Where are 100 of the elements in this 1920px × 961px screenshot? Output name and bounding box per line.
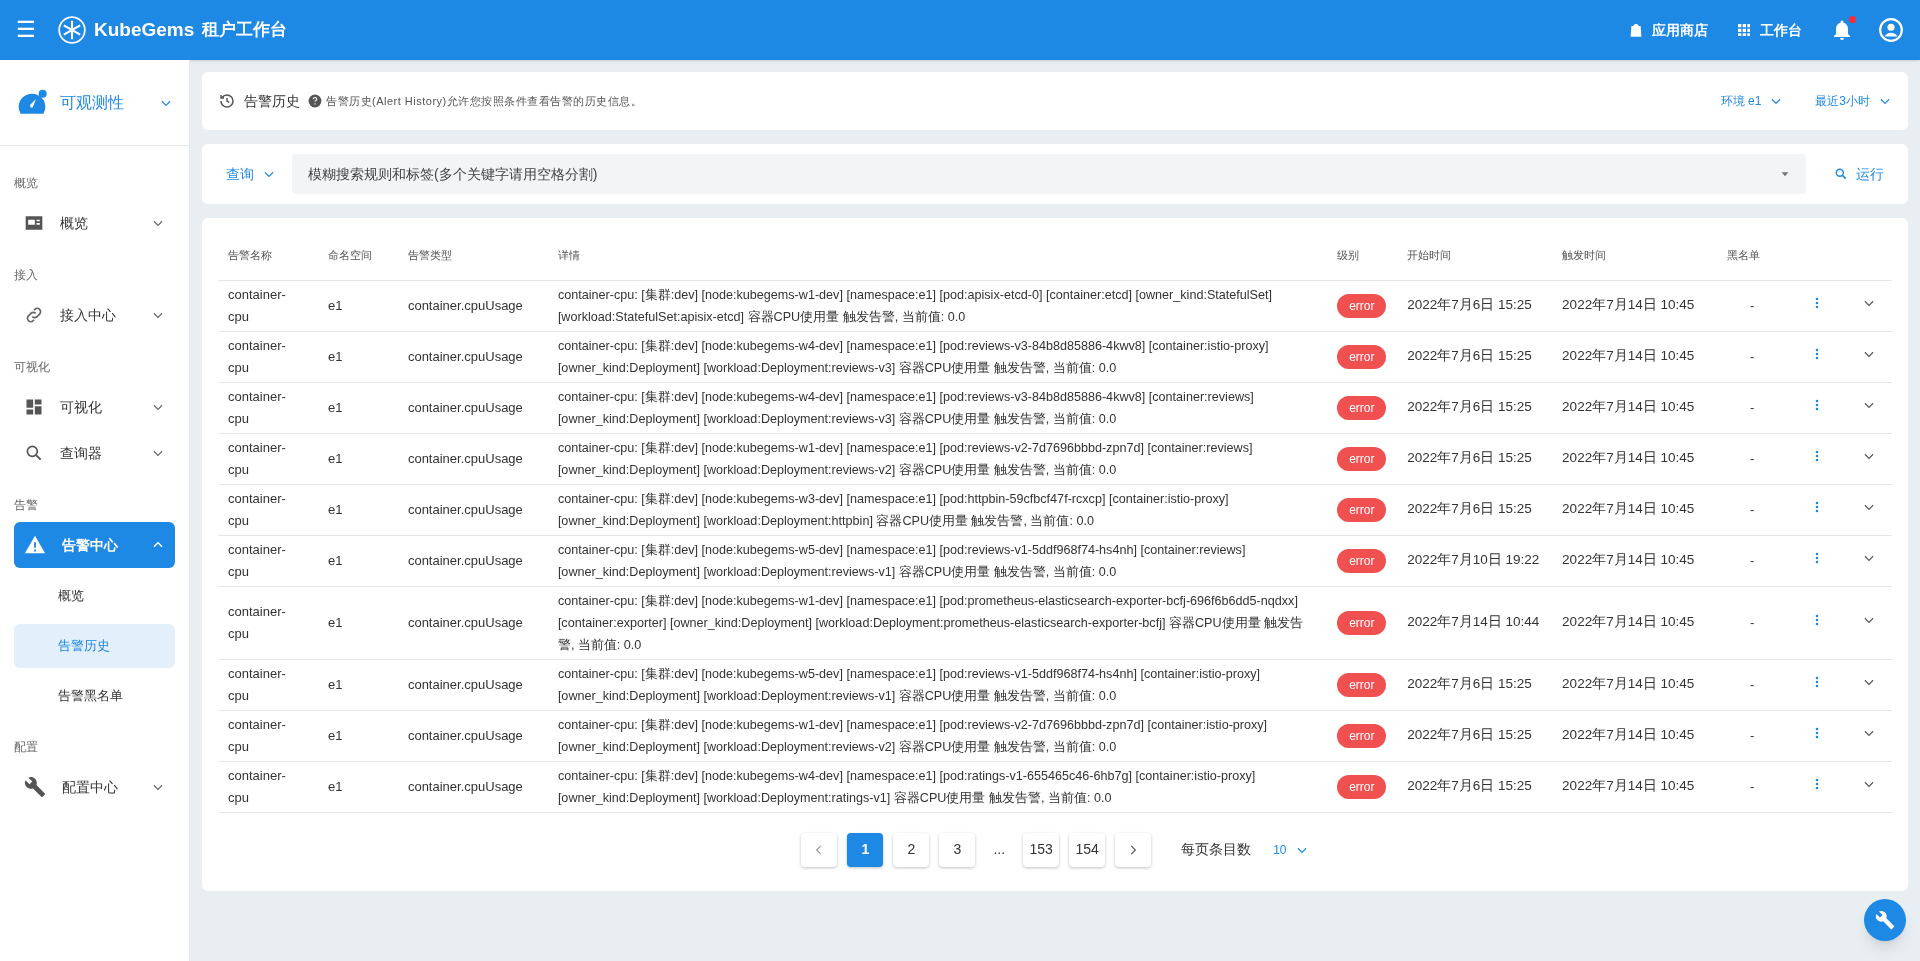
filter-dropdown[interactable]: 环境 e1 <box>1720 92 1784 110</box>
nav-item[interactable]: 告警中心 <box>14 522 175 568</box>
column-header: 触发时间 <box>1552 230 1718 280</box>
warning-icon <box>24 534 46 556</box>
nav-subitem[interactable]: 告警黑名单 <box>14 674 175 718</box>
table-cell: - <box>1749 501 1755 517</box>
table-cell: - <box>1749 614 1755 630</box>
table-cell: container-cpu: [集群:dev] [node:kubegems-w3-dev] [namespace:e1] [pod:httpbin-59cfbcf47f-rcxcp] [container:istio-proxy] [owner_kind:Deployment] [workload:Deployment:httpbin] 容器CPU使用量 触发告警, 当前值: 0.0 <box>557 491 1229 528</box>
nav-item[interactable]: 配置中心 <box>14 764 175 810</box>
page-button[interactable]: 153 <box>1023 832 1060 867</box>
nav-item[interactable]: 可视化 <box>14 384 175 430</box>
table-cell: container.cpuUsage <box>407 297 523 313</box>
page-description: 告警历史(Alert History)允许您按照条件查看告警的历史信息。 <box>326 93 644 109</box>
table-cell: 2022年7月6日 15:25 <box>1407 348 1532 364</box>
dashboard-icon <box>24 397 44 417</box>
table-cell: 2022年7月6日 15:25 <box>1407 297 1532 313</box>
table-cell: - <box>1749 727 1755 743</box>
table-cell-text: container-cpu <box>228 438 287 479</box>
level-badge: error <box>1337 344 1387 369</box>
table-cell: e1 <box>327 399 343 415</box>
nav-item[interactable]: 查询器 <box>14 430 175 476</box>
table-cell: 2022年7月14日 10:44 <box>1407 614 1540 630</box>
section-heading: 告警 <box>13 497 39 514</box>
page-button[interactable]: 3 <box>939 832 976 867</box>
table-cell-text: container-cpu <box>228 387 287 428</box>
table-cell: container-cpu: [集群:dev] [node:kubegems-w4-dev] [namespace:e1] [pod:ratings-v1-655465c46-6hb7g] [container:istio-proxy] [owner_kind:Deployment] [workload:Deployment:ratings-v1] 容器CPU使用量 触发告警, 当前值: 0.0 <box>557 768 1256 805</box>
id-card-icon <box>24 213 44 233</box>
table-cell: e1 <box>327 778 343 794</box>
query-mode-dropdown[interactable]: 查询 <box>226 163 276 185</box>
level-badge: error <box>1337 723 1387 748</box>
table-cell: container-cpu: [集群:dev] [node:kubegems-w1-dev] [namespace:e1] [pod:reviews-v2-7d7696bbbd-zpn7d] [container:reviews] [owner_kind:Deployment] [workload:Deployment:reviews-v2] 容器CPU使用量 触发告警, 当前值: 0.0 <box>557 440 1253 477</box>
table-cell: container.cpuUsage <box>407 727 523 743</box>
snowflake-logo-icon <box>58 16 86 44</box>
app-logo-text: KubeGems <box>94 17 195 42</box>
run-button[interactable]: 运行 <box>1834 163 1884 185</box>
column-header: 命名空间 <box>317 230 398 280</box>
table-cell: 2022年7月10日 19:22 <box>1407 552 1540 568</box>
table-cell: e1 <box>327 552 343 568</box>
nav-item[interactable]: 概览 <box>14 200 175 246</box>
table-cell: container.cpuUsage <box>407 450 523 466</box>
table-cell: - <box>1749 450 1755 466</box>
level-badge: error <box>1337 548 1387 573</box>
per-page-dropdown[interactable]: 10 <box>1273 840 1309 859</box>
table-cell: container.cpuUsage <box>407 399 523 415</box>
table-cell: container-cpu: [集群:dev] [node:kubegems-w1-dev] [namespace:e1] [pod:apisix-etcd-0] [container:etcd] [owner_kind:StatefulSet] [workload:StatefulSet:apisix-etcd] 容器CPU使用量 触发告警, 当前值: 0.0 <box>557 287 1273 324</box>
table-cell: - <box>1749 676 1755 692</box>
table-cell: 2022年7月6日 15:25 <box>1407 676 1532 692</box>
header-link[interactable]: 工作台 <box>1736 19 1802 41</box>
table-cell: container-cpu: [集群:dev] [node:kubegems-w5-dev] [namespace:e1] [pod:reviews-v1-5ddf968f74-hs4nh] [container:reviews] [owner_kind:Deployment] [workload:Deployment:reviews-v1] 容器CPU使用量 触发告警, 当前值: 0.0 <box>557 542 1246 579</box>
page-button[interactable]: 1 <box>847 832 884 867</box>
search-icon <box>24 443 44 463</box>
search-field[interactable]: 模糊搜索规则和标签(多个关键字请用空格分割) <box>292 154 1806 194</box>
table-cell: container-cpu: [集群:dev] [node:kubegems-w5-dev] [namespace:e1] [pod:reviews-v1-5ddf968f74-hs4nh] [container:istio-proxy] [owner_kind:Deployment] [workload:Deployment:reviews-v1] 容器CPU使用量 触发告警, 当前值: 0.0 <box>557 666 1261 703</box>
level-badge: error <box>1337 395 1387 420</box>
level-badge: error <box>1337 293 1387 318</box>
header-link[interactable]: 应用商店 <box>1628 19 1708 41</box>
column-header: 告警名称 <box>218 230 318 280</box>
table-cell-text: container-cpu <box>228 602 287 643</box>
table-cell: 2022年7月6日 15:25 <box>1407 727 1532 743</box>
table-cell: container.cpuUsage <box>407 552 523 568</box>
level-badge: error <box>1337 497 1387 522</box>
table-cell: container-cpu: [集群:dev] [node:kubegems-w4-dev] [namespace:e1] [pod:reviews-v3-84b8d85886-4kwv8] [container:reviews] [owner_kind:Deployment] [workload:Deployment:reviews-v3] 容器CPU使用量 触发告警, 当前值: 0.0 <box>557 389 1254 426</box>
table-cell: 2022年7月14日 10:45 <box>1562 501 1695 517</box>
table-cell: container.cpuUsage <box>407 614 523 630</box>
table-cell: 2022年7月14日 10:45 <box>1562 778 1695 794</box>
filter-dropdown[interactable]: 最近3小时 <box>1815 92 1892 110</box>
column-header: 开始时间 <box>1397 230 1553 280</box>
table-cell: 2022年7月14日 10:45 <box>1562 450 1695 466</box>
page-button[interactable]: 154 <box>1069 832 1106 867</box>
table-cell-text: container-cpu <box>228 715 287 756</box>
table-cell: container.cpuUsage <box>407 501 523 517</box>
section-heading: 配置 <box>13 739 39 756</box>
table-cell: container-cpu: [集群:dev] [node:kubegems-w4-dev] [namespace:e1] [pod:reviews-v3-84b8d85886-4kwv8] [container:istio-proxy] [owner_kind:Deployment] [workload:Deployment:reviews-v3] 容器CPU使用量 触发告警, 当前值: 0.0 <box>557 338 1269 375</box>
history-icon <box>218 92 236 110</box>
table-cell: e1 <box>327 614 343 630</box>
table-cell: e1 <box>327 727 343 743</box>
level-badge: error <box>1337 774 1387 799</box>
search-icon <box>1834 167 1848 181</box>
per-page-label: 每页条目数 <box>1181 840 1252 859</box>
section-heading: 概览 <box>13 175 39 192</box>
link-icon <box>24 305 44 325</box>
table-cell-text: container-cpu <box>228 285 287 326</box>
table-cell: - <box>1749 297 1755 313</box>
nav-subitem[interactable]: 概览 <box>14 574 175 618</box>
level-badge: error <box>1337 610 1387 635</box>
table-cell: 2022年7月14日 10:45 <box>1562 552 1695 568</box>
table-cell: 2022年7月14日 10:45 <box>1562 348 1695 364</box>
shopping-bag-icon <box>1628 22 1644 38</box>
table-cell: 2022年7月14日 10:45 <box>1562 614 1695 630</box>
column-header: 级别 <box>1327 230 1398 280</box>
page-button[interactable]: 2 <box>893 832 930 867</box>
menu-button[interactable]: ☰ <box>16 19 46 41</box>
help-icon <box>308 94 322 108</box>
table-cell-text: container-cpu <box>228 540 287 581</box>
table-cell: e1 <box>327 450 343 466</box>
table-cell: e1 <box>327 297 343 313</box>
table-cell: - <box>1749 348 1755 364</box>
nav-item[interactable]: 接入中心 <box>14 292 175 338</box>
wrench-fab[interactable] <box>1864 899 1906 941</box>
app-title: 租户工作台 <box>202 19 288 42</box>
